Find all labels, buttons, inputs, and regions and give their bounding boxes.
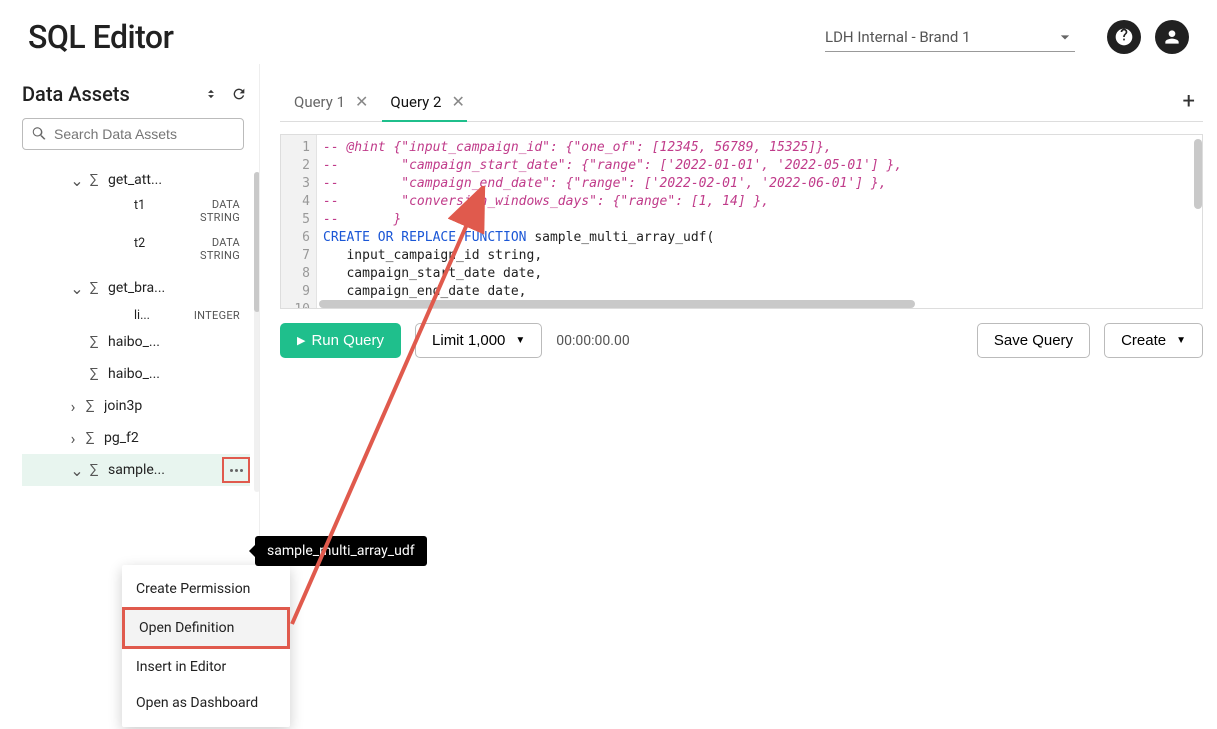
function-icon (86, 334, 102, 350)
column-type: DATASTRING (170, 236, 250, 262)
search-icon (31, 125, 48, 143)
close-icon[interactable]: ✕ (355, 92, 368, 111)
context-menu: Create PermissionOpen DefinitionInsert i… (122, 565, 290, 727)
create-button[interactable]: Create▼ (1104, 323, 1203, 358)
tree-node[interactable]: haibo_... (22, 358, 250, 390)
function-icon (82, 430, 98, 446)
editor-panel: Query 1 ✕ Query 2 ✕ + 12345678910 -- @hint {… (259, 64, 1217, 723)
tree-node[interactable]: ⌄ get_att... (22, 164, 250, 196)
node-label: sample... (108, 462, 220, 478)
column-type: DATASTRING (170, 198, 250, 224)
header: SQL Editor LDH Internal - Brand 1 (0, 0, 1217, 64)
column-name: li... (134, 308, 170, 323)
page-title: SQL Editor (28, 18, 825, 56)
column-row[interactable]: t2DATASTRING (22, 234, 250, 272)
run-query-button[interactable]: Run Query (280, 323, 401, 358)
node-label: haibo_... (108, 334, 250, 350)
chevron-right-icon[interactable]: › (66, 429, 80, 448)
function-icon (82, 398, 98, 414)
function-icon (86, 366, 102, 382)
elapsed-time: 00:00:00.00 (556, 333, 629, 349)
context-menu-item[interactable]: Create Permission (122, 571, 290, 607)
code-scrollbar-v[interactable] (1194, 139, 1202, 209)
column-type: INTEGER (170, 309, 250, 322)
chevron-down-icon[interactable]: ⌄ (70, 279, 84, 298)
column-name: t2 (134, 236, 170, 251)
tab-bar: Query 1 ✕ Query 2 ✕ + (280, 82, 1203, 122)
tree-node[interactable]: haibo_... (22, 326, 250, 358)
tree-node[interactable]: ⌄ sample... (22, 454, 250, 486)
brand-select[interactable]: LDH Internal - Brand 1 (825, 23, 1075, 52)
function-icon (86, 462, 102, 478)
search-input-wrap[interactable] (22, 118, 244, 150)
collapse-icon (204, 87, 218, 101)
asset-tree: ⌄get_att...t1DATASTRINGt2DATASTRING⌄get_… (22, 164, 250, 486)
tree-node[interactable]: › join3p (22, 390, 250, 422)
help-icon (1114, 27, 1134, 47)
search-input[interactable] (54, 126, 235, 142)
action-row: Run Query Limit 1,000▼ 00:00:00.00 Save … (280, 323, 1203, 358)
chevron-down-icon[interactable]: ⌄ (70, 461, 84, 480)
close-icon[interactable]: ✕ (451, 92, 464, 111)
save-query-button[interactable]: Save Query (977, 323, 1090, 358)
collapse-all-button[interactable] (200, 83, 222, 105)
chevron-down-icon[interactable]: ⌄ (70, 171, 84, 190)
code-content[interactable]: -- @hint {"input_campaign_id": {"one_of"… (317, 135, 1202, 308)
function-icon (86, 172, 102, 188)
account-button[interactable] (1155, 20, 1189, 54)
account-icon (1162, 27, 1182, 47)
refresh-icon (231, 86, 247, 102)
node-label: get_bra... (108, 280, 250, 296)
limit-select[interactable]: Limit 1,000▼ (415, 323, 542, 358)
code-editor[interactable]: 12345678910 -- @hint {"input_campaign_id… (280, 134, 1203, 309)
chevron-right-icon[interactable]: › (66, 397, 80, 416)
more-actions-button[interactable] (222, 457, 250, 483)
node-label: haibo_... (108, 366, 250, 382)
column-row[interactable]: t1DATASTRING (22, 196, 250, 234)
context-menu-item[interactable]: Open as Dashboard (122, 685, 290, 721)
context-menu-item[interactable]: Insert in Editor (122, 649, 290, 685)
sidebar-title: Data Assets (22, 82, 194, 106)
help-button[interactable] (1107, 20, 1141, 54)
tree-node[interactable]: › pg_f2 (22, 422, 250, 454)
context-menu-item[interactable]: Open Definition (122, 607, 290, 649)
column-name: t1 (134, 198, 170, 213)
tree-node[interactable]: ⌄ get_bra... (22, 272, 250, 304)
brand-label: LDH Internal - Brand 1 (825, 28, 1055, 46)
function-icon (86, 280, 102, 296)
node-label: pg_f2 (104, 430, 250, 446)
code-scrollbar-h[interactable] (319, 300, 915, 308)
node-label: get_att... (108, 172, 250, 188)
tab-label: Query 1 (294, 93, 345, 111)
tab[interactable]: Query 1 ✕ (280, 82, 376, 121)
tab-label: Query 2 (390, 93, 441, 111)
node-label: join3p (104, 398, 250, 414)
gutter: 12345678910 (281, 135, 317, 308)
refresh-button[interactable] (228, 83, 250, 105)
tab[interactable]: Query 2 ✕ (376, 82, 472, 121)
caret-down-icon (1055, 27, 1075, 47)
add-tab-button[interactable]: + (1175, 89, 1203, 114)
column-row[interactable]: li...INTEGER (22, 304, 250, 326)
tooltip: sample_multi_array_udf (255, 536, 427, 566)
